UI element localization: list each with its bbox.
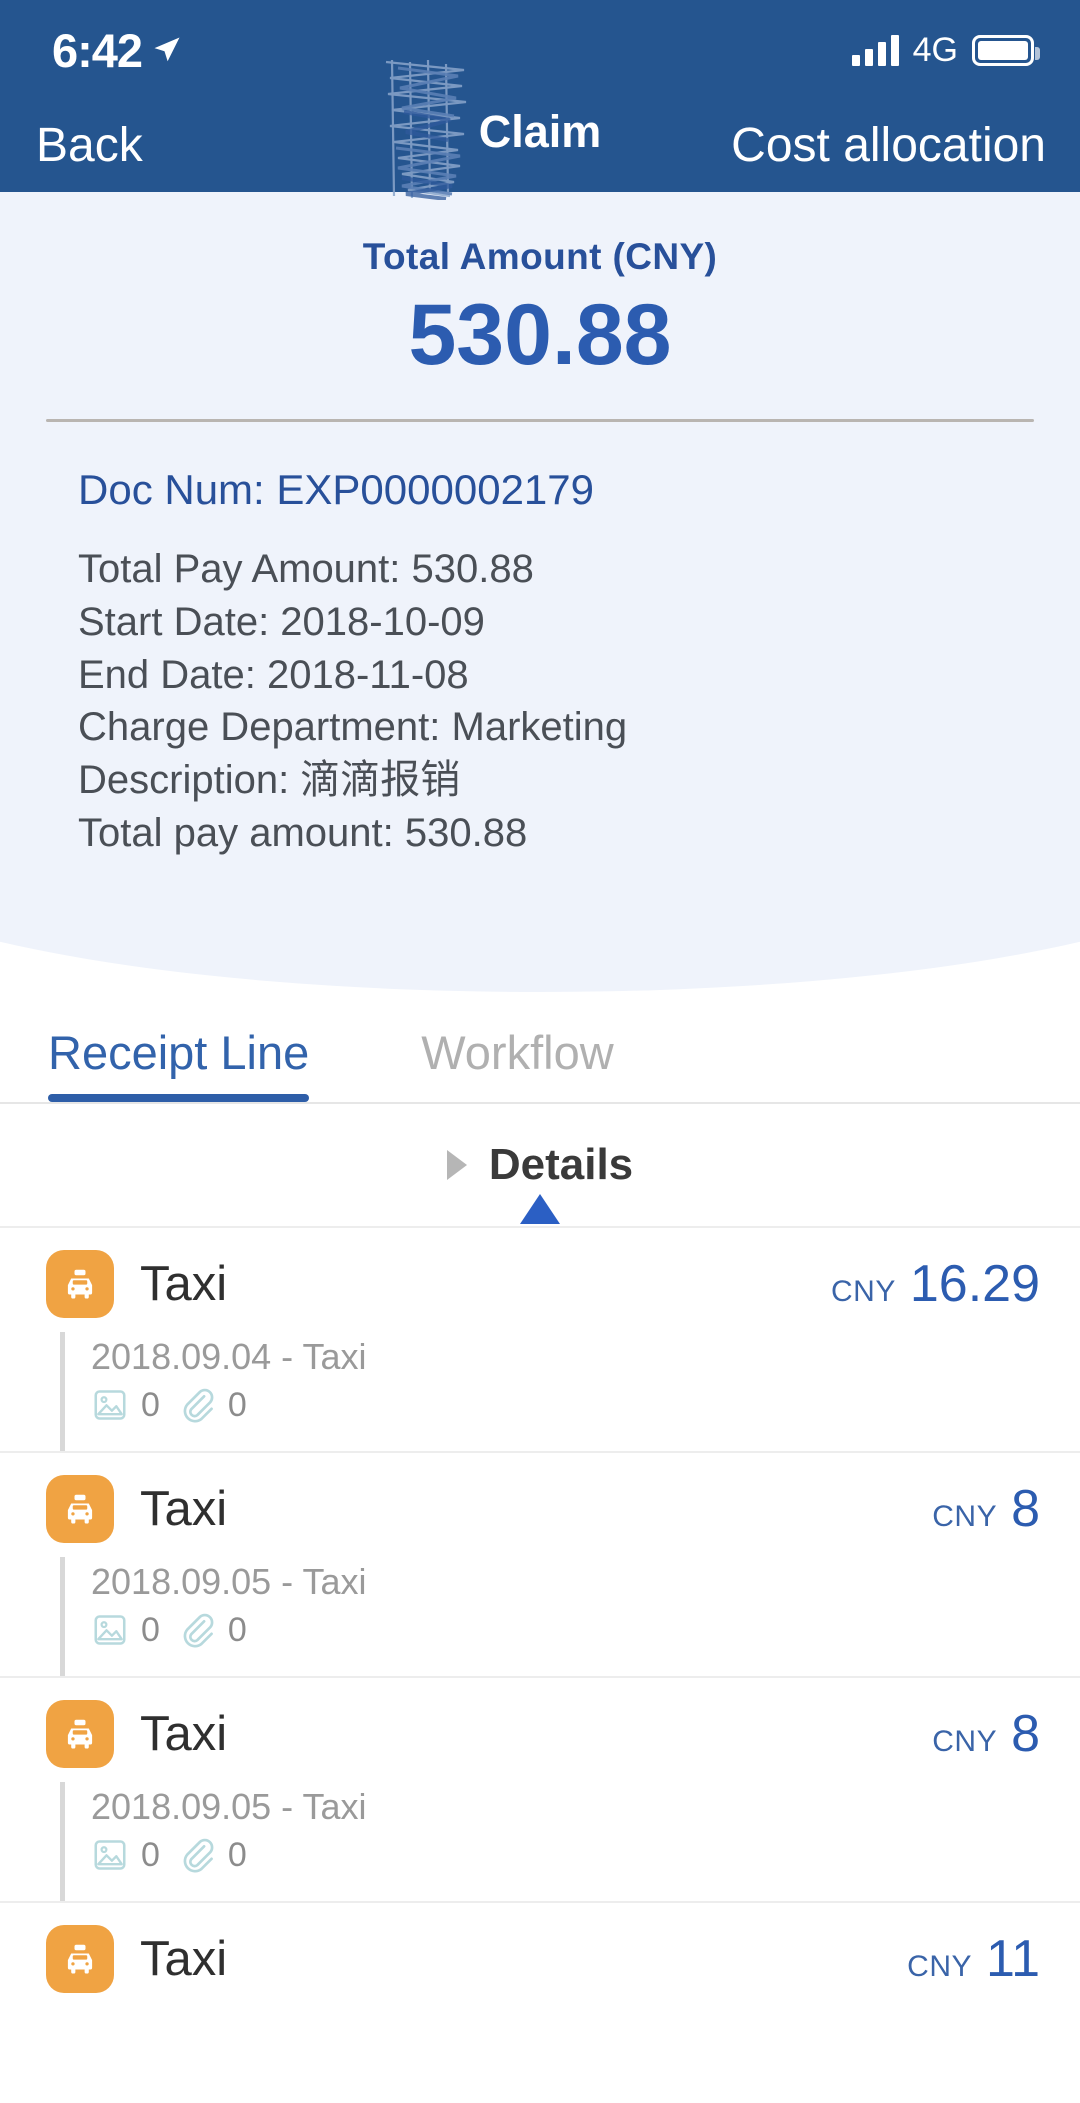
status-bar-right: 4G xyxy=(851,30,1040,70)
info-description: Description: 滴滴报销 xyxy=(78,758,461,803)
receipt-category-label: Taxi xyxy=(140,1481,228,1536)
image-count: 0 xyxy=(141,1385,160,1424)
navigation-bar: Back Claim Cost allocation xyxy=(0,100,1080,192)
receipt-row-left: Taxi xyxy=(46,1474,228,1543)
summary-curved-edge xyxy=(0,901,1080,998)
table-row[interactable]: Taxi CNY 8 2018.09.05 - Taxi 0 0 xyxy=(0,1450,1080,1676)
status-time: 6:42 xyxy=(52,23,143,77)
receipt-currency-label: CNY xyxy=(932,1724,998,1758)
receipt-row-left: Taxi xyxy=(46,1699,228,1768)
receipt-sub-label: 2018.09.04 - Taxi xyxy=(91,1335,367,1377)
image-icon xyxy=(94,1390,126,1421)
receipt-amount-value: 16.29 xyxy=(909,1254,1040,1313)
status-bar: 6:42 4G xyxy=(0,0,1080,100)
receipt-row-sub: 2018.09.05 - Taxi 0 0 xyxy=(60,1781,1040,1901)
location-arrow-icon xyxy=(154,37,180,62)
summary-panel: Total Amount (CNY) 530.88 Doc Num: EXP00… xyxy=(0,192,1080,903)
taxi-icon xyxy=(46,1924,114,1993)
receipt-row-sub: 2018.09.04 - Taxi 0 0 xyxy=(60,1331,1040,1451)
image-icon xyxy=(94,1840,126,1871)
taxi-icon xyxy=(46,1249,114,1318)
back-button[interactable]: Back xyxy=(36,122,143,170)
receipt-currency-label: CNY xyxy=(932,1499,998,1533)
tab-bar: Receipt Line Workflow xyxy=(0,997,1080,1104)
collapse-summary-button[interactable] xyxy=(0,1194,1080,1224)
table-row[interactable]: Taxi CNY 8 2018.09.05 - Taxi 0 0 xyxy=(0,1675,1080,1901)
taxi-icon xyxy=(46,1699,114,1768)
receipt-amount-value: 8 xyxy=(1011,1704,1040,1763)
receipt-row-main: Taxi CNY 8 xyxy=(46,1699,1040,1768)
receipt-meta-group: 0 0 xyxy=(91,1611,1040,1650)
total-amount-label: Total Amount (CNY) xyxy=(362,236,718,277)
network-type-label: 4G xyxy=(912,30,958,69)
taxi-car-glyph xyxy=(67,1269,93,1299)
triangle-up-icon xyxy=(520,1194,560,1224)
info-total-pay-amount: Total Pay Amount: 530.88 xyxy=(78,547,534,591)
table-row[interactable]: Taxi CNY 16.29 2018.09.04 - Taxi 0 0 xyxy=(0,1225,1080,1451)
attachment-count: 0 xyxy=(227,1610,247,1649)
attachment-count: 0 xyxy=(227,1835,247,1874)
receipt-meta-group: 0 0 xyxy=(91,1386,1040,1425)
info-end-date: End Date: 2018-11-08 xyxy=(78,652,469,697)
image-count: 0 xyxy=(141,1610,160,1649)
summary-info-list: Doc Num: EXP0000002179 Total Pay Amount:… xyxy=(0,422,1080,903)
summary-card: Total Amount (CNY) 530.88 Doc Num: EXP00… xyxy=(0,192,1080,1224)
total-amount-value: 530.88 xyxy=(408,287,672,383)
receipt-currency-label: CNY xyxy=(907,1949,973,1983)
doc-num-label: Doc Num: EXP0000002179 xyxy=(78,466,594,513)
receipt-category-label: Taxi xyxy=(140,1931,228,1986)
receipt-amount-group: CNY 16.29 xyxy=(831,1254,1040,1314)
paperclip-icon xyxy=(183,1389,214,1423)
signal-bars-icon xyxy=(851,34,899,66)
info-charge-department: Charge Department: Marketing xyxy=(78,705,628,750)
taxi-car-glyph xyxy=(67,1719,93,1749)
image-count-group[interactable]: 0 xyxy=(91,1836,160,1875)
info-total-pay-amount-lower: Total pay amount: 530.88 xyxy=(78,810,528,855)
receipt-line-list: Taxi CNY 16.29 2018.09.04 - Taxi 0 0 Tax… xyxy=(0,1225,1080,1993)
triangle-right-icon xyxy=(446,1149,467,1180)
tab-receipt-line[interactable]: Receipt Line xyxy=(48,1025,310,1102)
status-bar-left: 6:42 xyxy=(52,23,182,78)
details-label: Details xyxy=(488,1139,634,1189)
receipt-row-main: Taxi CNY 8 xyxy=(46,1474,1040,1543)
taxi-icon xyxy=(46,1474,114,1543)
attachment-count-group[interactable]: 0 xyxy=(178,1836,247,1875)
tab-receipt-line-label: Receipt Line xyxy=(48,1025,310,1079)
receipt-amount-value: 8 xyxy=(1011,1479,1040,1538)
receipt-sub-label: 2018.09.05 - Taxi xyxy=(91,1560,367,1602)
receipt-row-sub: 2018.09.05 - Taxi 0 0 xyxy=(60,1556,1040,1676)
image-count-group[interactable]: 0 xyxy=(91,1386,160,1425)
receipt-meta-group: 0 0 xyxy=(91,1836,1040,1875)
battery-full-icon xyxy=(972,34,1040,66)
paperclip-icon xyxy=(183,1614,214,1648)
receipt-amount-group: CNY 8 xyxy=(932,1704,1040,1764)
tab-workflow-label: Workflow xyxy=(421,1025,614,1079)
receipt-row-main: Taxi CNY 16.29 xyxy=(46,1249,1040,1318)
taxi-car-glyph xyxy=(67,1944,93,1974)
receipt-row-left: Taxi xyxy=(46,1249,228,1318)
receipt-amount-group: CNY 11 xyxy=(907,1929,1040,1989)
receipt-sub-label: 2018.09.05 - Taxi xyxy=(91,1785,367,1827)
receipt-currency-label: CNY xyxy=(831,1274,896,1308)
receipt-row-left: Taxi xyxy=(46,1924,228,1993)
attachment-count: 0 xyxy=(227,1385,247,1424)
taxi-car-glyph xyxy=(67,1494,93,1524)
receipt-amount-value: 11 xyxy=(986,1929,1040,1988)
paperclip-icon xyxy=(183,1839,214,1873)
page-title-label: Claim xyxy=(478,106,602,157)
receipt-amount-group: CNY 8 xyxy=(932,1479,1040,1539)
cost-allocation-button[interactable]: Cost allocation xyxy=(731,122,1046,170)
receipt-category-label: Taxi xyxy=(140,1256,228,1311)
attachment-count-group[interactable]: 0 xyxy=(178,1386,247,1425)
table-row[interactable]: Taxi CNY 11 xyxy=(0,1900,1080,1993)
tab-workflow[interactable]: Workflow xyxy=(421,1025,613,1102)
image-icon xyxy=(94,1615,126,1646)
image-count-group[interactable]: 0 xyxy=(91,1611,160,1650)
info-start-date: Start Date: 2018-10-09 xyxy=(78,599,485,644)
attachment-count-group[interactable]: 0 xyxy=(178,1611,247,1650)
receipt-category-label: Taxi xyxy=(140,1706,228,1761)
receipt-row-main: Taxi CNY 11 xyxy=(46,1924,1040,1993)
image-count: 0 xyxy=(141,1835,160,1874)
